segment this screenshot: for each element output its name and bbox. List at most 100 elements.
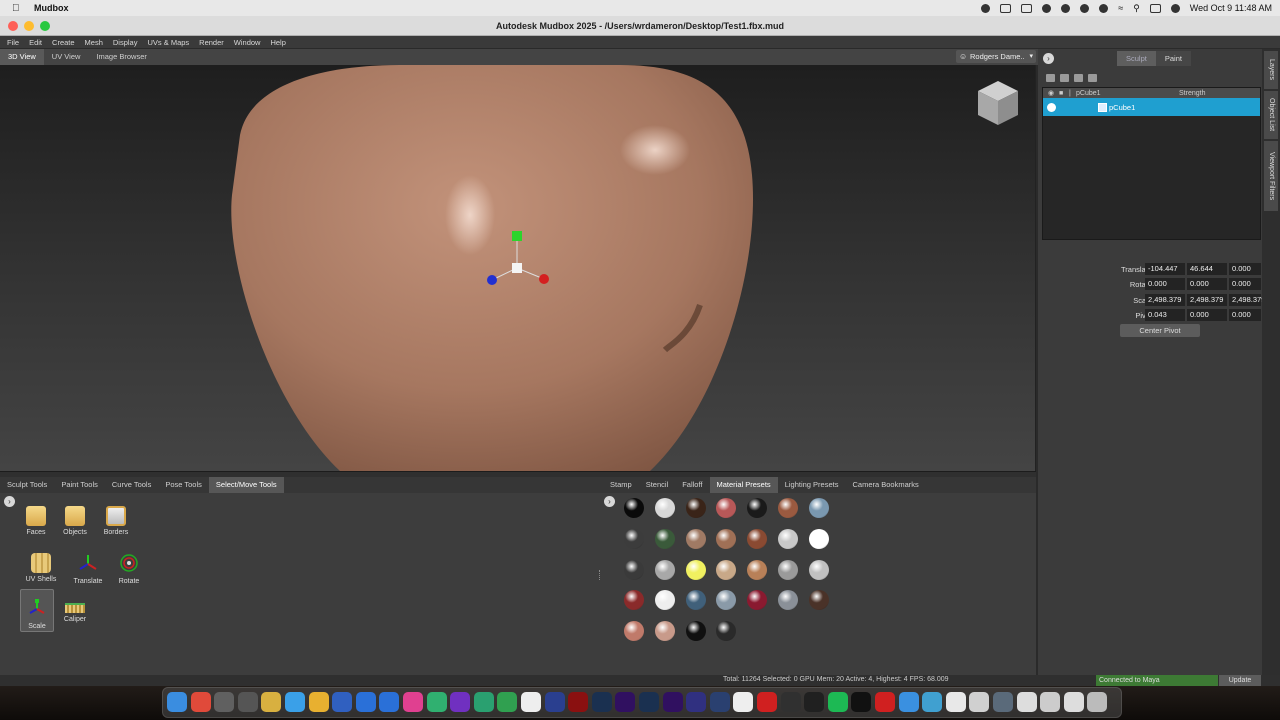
control-center-icon[interactable] <box>1149 3 1161 13</box>
strength-column-header[interactable]: Strength <box>1179 90 1205 97</box>
tab-3d-view[interactable]: 3D View <box>0 49 44 65</box>
rotate-y-field[interactable]: 0.000 <box>1187 278 1227 290</box>
gizmo-y-handle[interactable] <box>512 231 522 241</box>
dock-app-icon[interactable] <box>190 692 211 712</box>
material-preset-sphere[interactable] <box>716 498 737 518</box>
material-preset-sphere[interactable] <box>716 528 737 549</box>
dock-app-icon[interactable] <box>827 692 848 712</box>
scale-tool[interactable]: Scale <box>20 589 54 632</box>
dock-app-icon[interactable] <box>1063 692 1084 712</box>
update-button[interactable]: Update <box>1219 675 1261 686</box>
dock-app-icon[interactable] <box>214 692 235 712</box>
menu-file[interactable]: File <box>7 38 19 47</box>
dock-app-icon[interactable] <box>1016 692 1037 712</box>
layer-column-header[interactable]: pCube1 <box>1076 90 1179 97</box>
record-icon[interactable] <box>981 3 991 13</box>
clock[interactable]: Wed Oct 9 11:48 AM <box>1190 3 1272 13</box>
center-pivot-button[interactable]: Center Pivot <box>1120 324 1200 337</box>
tab-paint[interactable]: Paint <box>1155 51 1191 66</box>
view-cube-icon[interactable] <box>976 79 1020 127</box>
rotate-tool[interactable]: Rotate <box>111 545 147 589</box>
screen-icon[interactable] <box>1000 3 1012 13</box>
dock-app-icon[interactable] <box>851 692 872 712</box>
window-icon[interactable] <box>1021 3 1033 13</box>
dock-app-icon[interactable] <box>355 692 376 712</box>
dock-app-icon[interactable] <box>237 692 258 712</box>
material-preset-sphere[interactable] <box>685 498 706 518</box>
search-icon[interactable]: ⚲ <box>1133 3 1140 14</box>
visibility-icon[interactable] <box>1047 102 1056 112</box>
dock-app-icon[interactable] <box>544 692 565 712</box>
dock-app-icon[interactable] <box>615 692 636 712</box>
dock-app-icon[interactable] <box>167 692 187 712</box>
dock-app-icon[interactable] <box>379 692 400 712</box>
menu-uvs-maps[interactable]: UVs & Maps <box>147 38 189 47</box>
material-preset-sphere[interactable] <box>716 590 737 611</box>
delete-layer-icon[interactable] <box>1074 74 1083 82</box>
tab-stamp[interactable]: Stamp <box>603 477 639 493</box>
material-preset-sphere[interactable] <box>716 621 737 642</box>
material-preset-sphere[interactable] <box>808 559 829 580</box>
side-tab-object-list[interactable]: Object List <box>1264 91 1278 139</box>
tab-sculpt[interactable]: Sculpt <box>1117 51 1156 66</box>
dock-app-icon[interactable] <box>497 692 518 712</box>
material-preset-sphere[interactable] <box>624 498 644 518</box>
play-icon[interactable] <box>1080 3 1090 13</box>
minimize-window-button[interactable] <box>24 21 34 31</box>
translate-x-field[interactable]: -104.447 <box>1145 263 1185 275</box>
siri-icon[interactable] <box>1170 3 1180 13</box>
menu-create[interactable]: Create <box>52 38 75 47</box>
dock-app-icon[interactable] <box>450 692 471 712</box>
dock-app-icon[interactable] <box>686 692 707 712</box>
tab-stencil[interactable]: Stencil <box>639 477 676 493</box>
dock-app-icon[interactable] <box>426 692 447 712</box>
menu-help[interactable]: Help <box>270 38 285 47</box>
dock-app-icon[interactable] <box>993 692 1013 712</box>
dock-app-icon[interactable] <box>780 692 801 712</box>
menu-display[interactable]: Display <box>113 38 138 47</box>
dock-app-icon[interactable] <box>898 692 919 712</box>
pivot-y-field[interactable]: 0.000 <box>1187 309 1227 321</box>
material-preset-sphere[interactable] <box>747 528 768 549</box>
material-preset-sphere[interactable] <box>778 528 798 549</box>
gizmo-center-handle[interactable] <box>512 263 522 273</box>
material-preset-sphere[interactable] <box>624 621 644 642</box>
material-preset-sphere[interactable] <box>716 559 737 580</box>
material-preset-sphere[interactable] <box>778 498 798 518</box>
translate-z-field[interactable]: 0.000 <box>1229 263 1261 275</box>
dock-app-icon[interactable] <box>261 692 282 712</box>
dock-app-icon[interactable] <box>804 692 825 712</box>
dock-app-icon[interactable] <box>1087 692 1108 712</box>
material-preset-sphere[interactable] <box>747 590 768 611</box>
dock-app-icon[interactable] <box>922 692 943 712</box>
dock-app-icon[interactable] <box>709 692 730 712</box>
camera-select[interactable]: Rodgers Dame.. <box>956 50 1036 63</box>
material-preset-sphere[interactable] <box>808 590 829 611</box>
tab-paint-tools[interactable]: Paint Tools <box>54 477 105 493</box>
dock-app-icon[interactable] <box>969 692 990 712</box>
tab-lighting-presets[interactable]: Lighting Presets <box>778 477 846 493</box>
pivot-x-field[interactable]: 0.043 <box>1145 309 1185 321</box>
zoom-window-button[interactable] <box>40 21 50 31</box>
wifi-icon[interactable]: ≈ <box>1118 3 1123 13</box>
tab-curve-tools[interactable]: Curve Tools <box>105 477 158 493</box>
3d-viewport[interactable] <box>0 65 1036 471</box>
tab-pose-tools[interactable]: Pose Tools <box>158 477 209 493</box>
scale-y-field[interactable]: 2,498.379 <box>1187 294 1227 306</box>
uv-shells-tool[interactable]: UV Shells <box>23 545 59 589</box>
faces-tool[interactable]: Faces <box>18 498 54 542</box>
eye-icon[interactable]: ◉ <box>1043 89 1059 97</box>
tab-sculpt-tools[interactable]: Sculpt Tools <box>0 477 54 493</box>
menu-render[interactable]: Render <box>199 38 224 47</box>
material-preset-sphere[interactable] <box>808 498 829 518</box>
dock-app-icon[interactable] <box>875 692 895 712</box>
material-preset-sphere[interactable] <box>685 559 706 580</box>
close-window-button[interactable] <box>8 21 18 31</box>
dock-app-icon[interactable] <box>285 692 305 712</box>
material-preset-sphere[interactable] <box>685 621 706 642</box>
dock-app-icon[interactable] <box>403 692 423 712</box>
dock-app-icon[interactable] <box>308 692 329 712</box>
scale-x-field[interactable]: 2,498.379 <box>1145 294 1185 306</box>
duplicate-layer-icon[interactable] <box>1088 74 1097 82</box>
material-preset-sphere[interactable] <box>654 498 675 518</box>
